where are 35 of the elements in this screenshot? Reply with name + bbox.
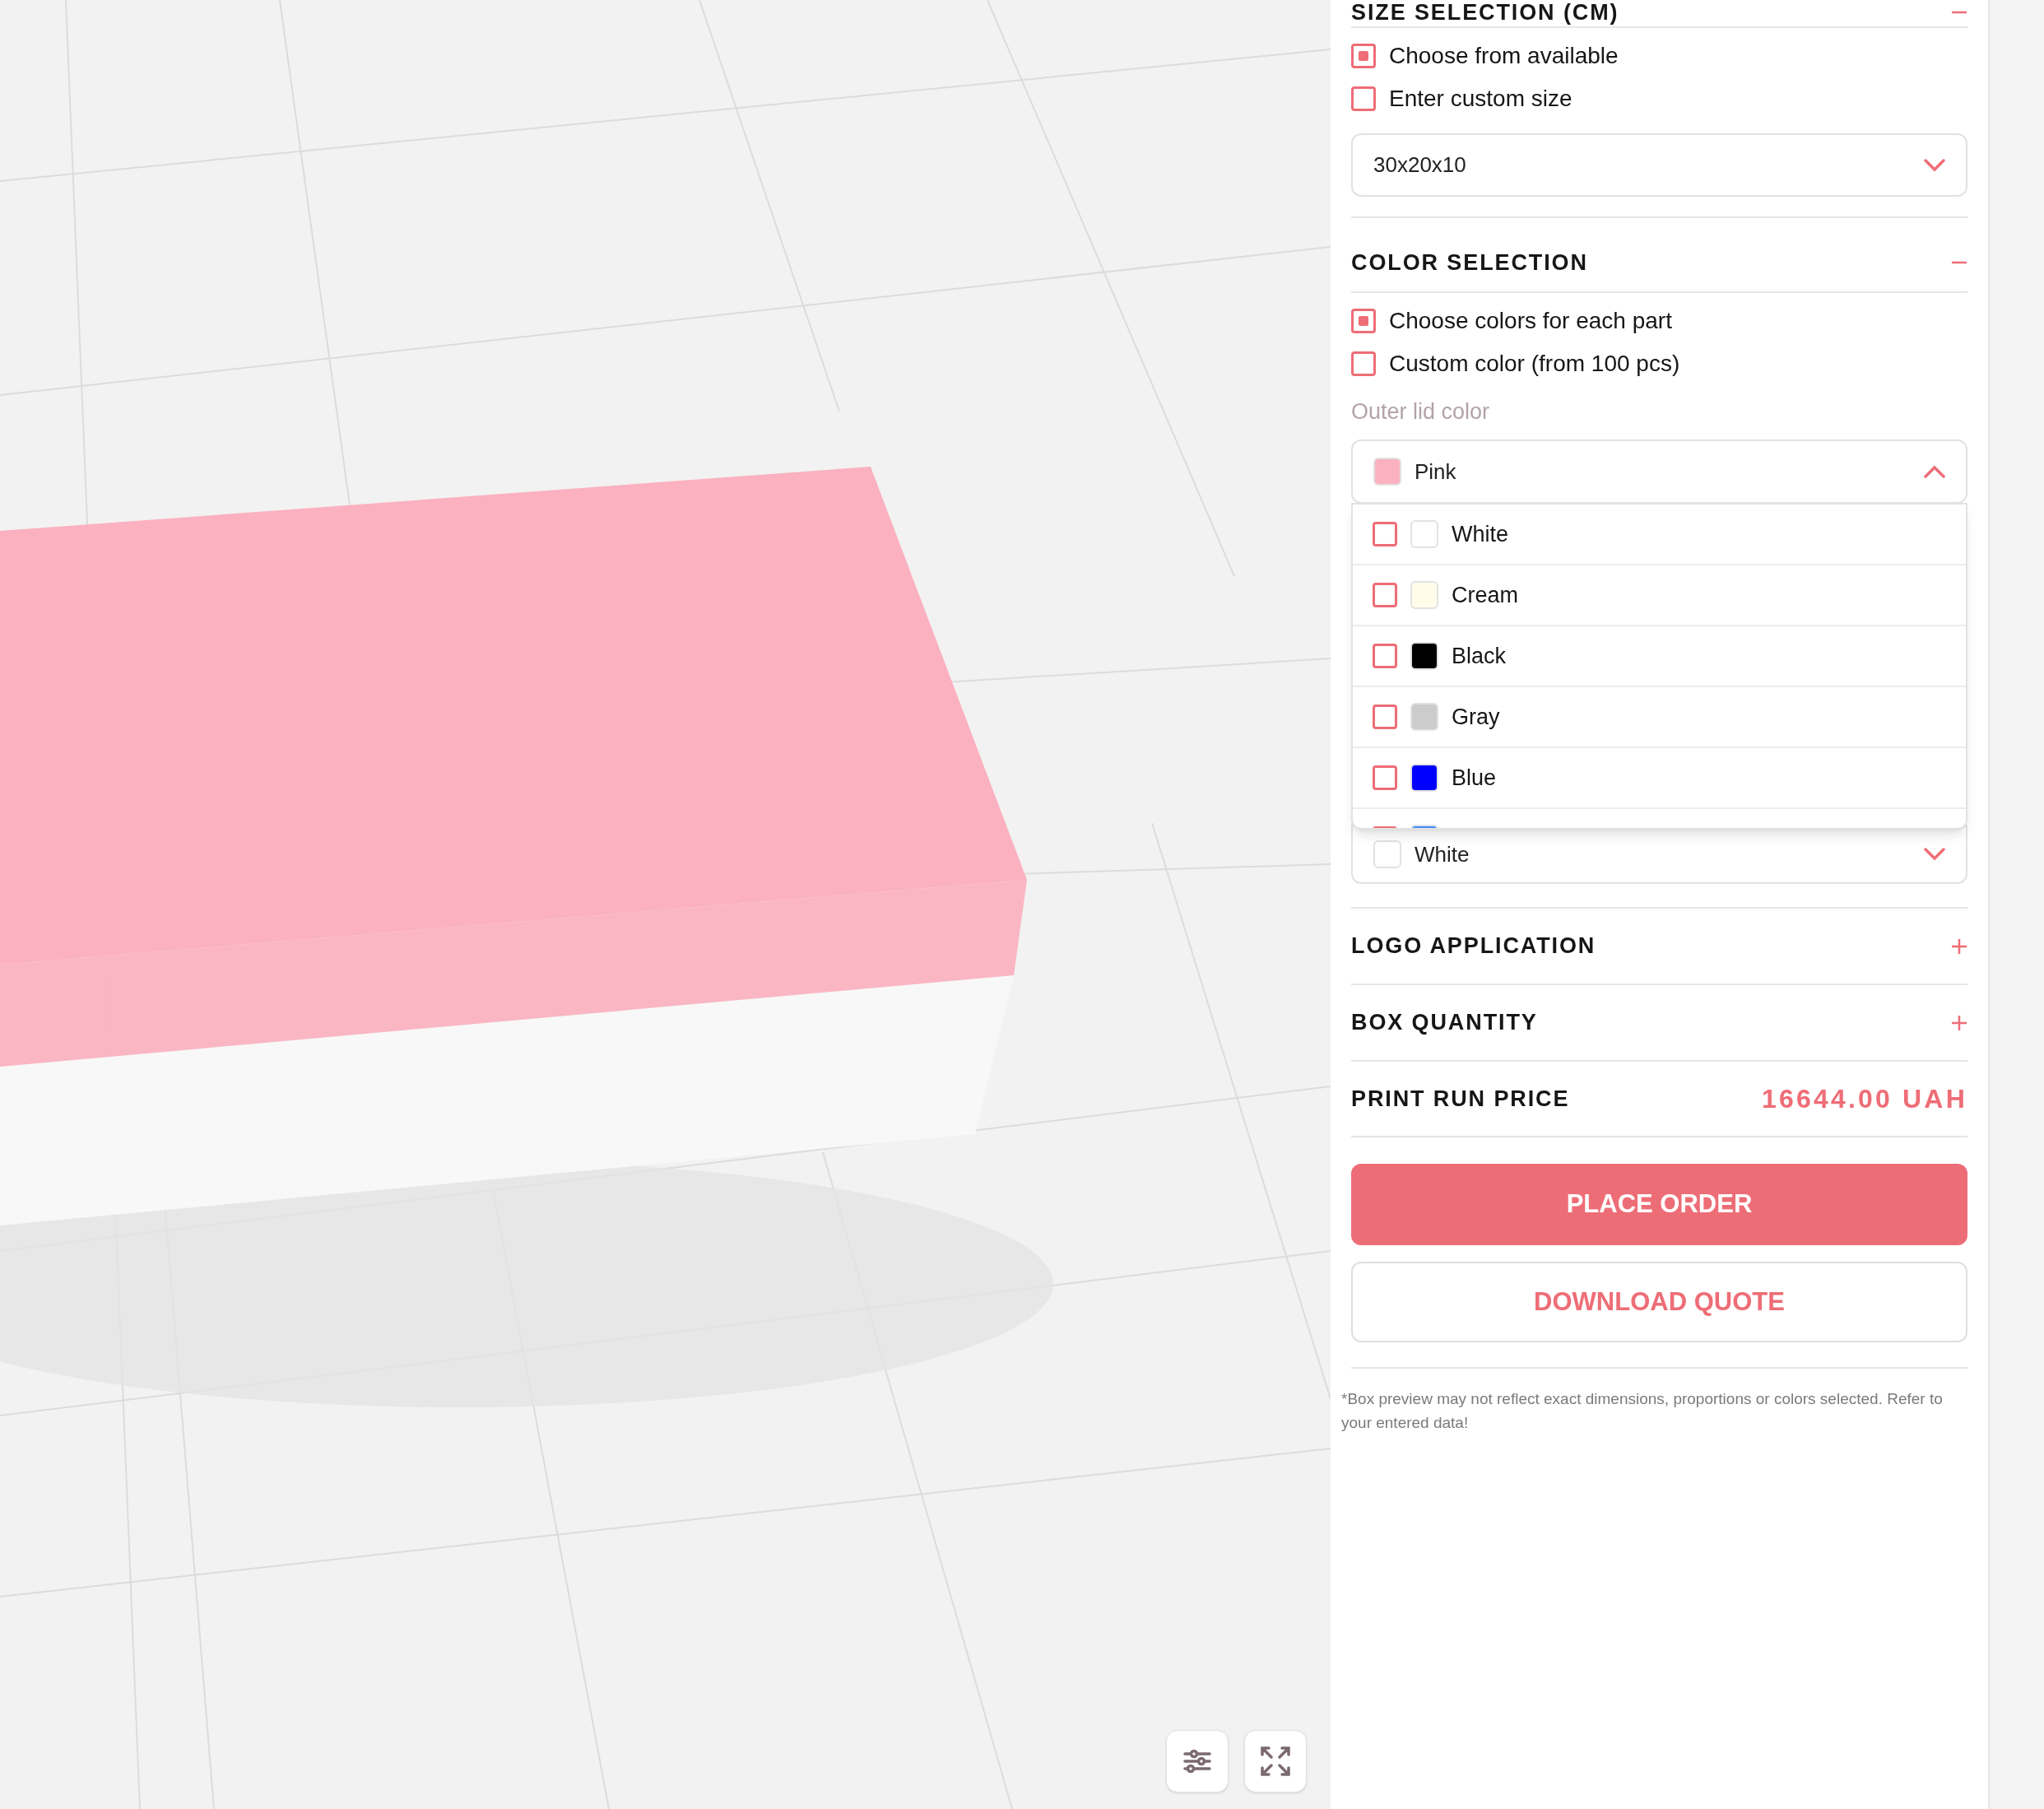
checkbox[interactable] bbox=[1351, 308, 1376, 333]
checkbox[interactable] bbox=[1351, 86, 1376, 111]
dropdown-option[interactable]: Black bbox=[1353, 626, 1966, 687]
plus-icon[interactable] bbox=[1951, 937, 1967, 955]
dropdown-option[interactable]: Blue bbox=[1353, 748, 1966, 809]
color-dropdown[interactable]: Pink bbox=[1351, 439, 1967, 504]
plus-icon[interactable] bbox=[1951, 1014, 1967, 1031]
checkbox[interactable] bbox=[1373, 705, 1397, 729]
option-label: Choose colors for each part bbox=[1389, 306, 1672, 335]
disclaimer-note: *Box preview may not reflect exact dimensions, proportions or colors selected. Refer to your entered data! bbox=[1341, 1389, 1944, 1433]
color-dropdown[interactable]: White bbox=[1351, 825, 1967, 884]
section-title: LOGO APPLICATION bbox=[1351, 932, 1596, 960]
sliders-icon bbox=[1183, 1749, 1211, 1774]
option-label: Choose from available bbox=[1389, 42, 1619, 70]
dropdown-option[interactable]: Cream bbox=[1353, 565, 1966, 626]
price-value: 16644.00 UAH bbox=[1761, 1083, 1967, 1115]
dropdown-option[interactable]: Gray bbox=[1353, 687, 1966, 748]
checkbox[interactable] bbox=[1373, 765, 1397, 790]
size-dropdown[interactable]: 30x20x10 bbox=[1351, 133, 1967, 197]
checkbox[interactable] bbox=[1373, 583, 1397, 607]
checkbox[interactable] bbox=[1351, 351, 1376, 376]
field-label: Outer lid color bbox=[1351, 398, 1491, 426]
option-label: Enter custom size bbox=[1389, 85, 1572, 113]
settings-button[interactable] bbox=[1166, 1730, 1229, 1793]
checkbox[interactable] bbox=[1373, 644, 1397, 668]
fullscreen-icon bbox=[1261, 1746, 1290, 1776]
fullscreen-button[interactable] bbox=[1244, 1730, 1307, 1793]
section-title: COLOR SELECTION bbox=[1351, 249, 1588, 277]
option-label: Custom color (from 100 pcs) bbox=[1389, 349, 1680, 378]
section-title: SIZE SELECTION (CM) bbox=[1351, 0, 1619, 26]
section-title: BOX QUANTITY bbox=[1351, 1009, 1538, 1037]
dropdown-option[interactable]: White bbox=[1353, 505, 1966, 565]
checkbox[interactable] bbox=[1351, 44, 1376, 68]
checkbox[interactable] bbox=[1373, 522, 1397, 546]
price-label: PRINT RUN PRICE bbox=[1351, 1085, 1570, 1113]
